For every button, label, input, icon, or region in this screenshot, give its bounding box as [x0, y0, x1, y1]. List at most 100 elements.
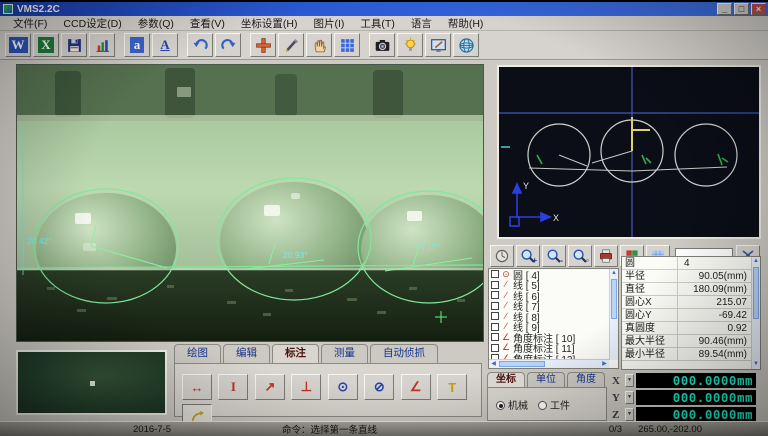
redo-button[interactable]	[215, 33, 241, 57]
checkbox[interactable]	[491, 281, 499, 289]
table-row: 最小半径89.54(mm)	[622, 348, 760, 361]
save-button[interactable]	[61, 33, 87, 57]
checkbox[interactable]	[491, 302, 499, 310]
horizontal-distance-button[interactable]: ↔	[182, 374, 212, 400]
tab-measure[interactable]: 测量	[321, 344, 368, 363]
checkbox[interactable]	[491, 344, 499, 352]
list-item[interactable]: ∕线 [ 8]	[489, 311, 618, 322]
checkbox[interactable]	[491, 323, 499, 331]
video-view[interactable]: 20.42° 20.93° 19.17°	[16, 64, 484, 342]
label-lowercase-button[interactable]: a	[124, 33, 150, 57]
excel-icon: X	[38, 37, 53, 53]
toolbar-separator	[116, 34, 123, 56]
dial-button[interactable]	[490, 245, 514, 267]
scroll-thumb[interactable]	[611, 279, 617, 319]
menu-file[interactable]: 文件(F)	[6, 15, 54, 32]
maximize-button[interactable]: □	[734, 3, 749, 15]
checkbox[interactable]	[491, 333, 499, 341]
status-counter: 0/3	[601, 424, 630, 435]
line-glyph-icon: ∕	[501, 322, 511, 331]
undo-button[interactable]	[187, 33, 213, 57]
tab-edit[interactable]: 编辑	[223, 344, 270, 363]
light-button[interactable]	[397, 33, 423, 57]
circle-glyph-icon: ⊙	[501, 270, 511, 279]
capture-button[interactable]	[369, 33, 395, 57]
list-item[interactable]: ⊙圆 [ 4]	[489, 269, 618, 280]
print-button[interactable]	[594, 245, 618, 267]
bulb-icon	[402, 37, 419, 54]
radio-workpiece[interactable]: 工件	[538, 397, 570, 412]
menu-bar: 文件(F) CCD设定(D) 参数(Q) 查看(V) 坐标设置(H) 图片(I)…	[0, 16, 768, 31]
export-excel-button[interactable]: X	[33, 33, 59, 57]
report-chart-button[interactable]	[89, 33, 115, 57]
machine-mode-group: 机械 工件	[487, 387, 607, 421]
zoom-in-button[interactable]: +	[516, 245, 540, 267]
pan-button[interactable]	[306, 33, 332, 57]
list-vertical-scrollbar[interactable]: ▲	[609, 269, 618, 360]
navigator-thumbnail[interactable]	[16, 350, 167, 415]
list-item[interactable]: ∕线 [ 5]	[489, 280, 618, 291]
axis-x-dropdown[interactable]: ▼	[625, 374, 634, 387]
list-horizontal-scrollbar[interactable]: ◀ ▶	[489, 359, 609, 368]
radio-machine[interactable]: 机械	[496, 397, 528, 412]
menu-ccd-settings[interactable]: CCD设定(D)	[56, 15, 128, 32]
close-button[interactable]: ×	[751, 3, 766, 15]
checkbox[interactable]	[491, 270, 499, 278]
cad-drawing: Y X	[499, 67, 759, 237]
tab-units[interactable]: 单位	[527, 372, 565, 387]
point-distance-button[interactable]: ↗	[255, 374, 285, 400]
draw-pen-button[interactable]	[278, 33, 304, 57]
toolbar-separator	[242, 34, 249, 56]
tab-draw[interactable]: 绘图	[174, 344, 221, 363]
menu-language[interactable]: 语言	[404, 15, 439, 32]
list-item[interactable]: ∕线 [ 6]	[489, 290, 618, 301]
axis-z-label: Z	[612, 409, 625, 421]
menu-coordinate-settings[interactable]: 坐标设置(H)	[234, 15, 305, 32]
list-item[interactable]: ∕线 [ 7]	[489, 301, 618, 312]
menu-image[interactable]: 图片(I)	[307, 15, 352, 32]
scroll-up-icon[interactable]: ▲	[752, 257, 760, 266]
radius-button[interactable]: ⊘	[364, 374, 394, 400]
scroll-thumb[interactable]	[753, 267, 759, 319]
coordinate-panel: 坐标 单位 角度 机械 工件	[487, 372, 607, 422]
display-button[interactable]	[425, 33, 451, 57]
zoom-fit-button[interactable]: ▫	[568, 245, 592, 267]
menu-parameters[interactable]: 参数(Q)	[131, 15, 181, 32]
axis-z-dropdown[interactable]: ▼	[625, 408, 634, 421]
scroll-up-icon[interactable]: ▲	[610, 269, 618, 278]
angle-annotation-button[interactable]: ∠	[401, 374, 431, 400]
zoom-out-button[interactable]: -	[542, 245, 566, 267]
tab-coordinates[interactable]: 坐标	[487, 372, 525, 387]
label-uppercase-button[interactable]: A	[152, 33, 178, 57]
tab-angle[interactable]: 角度	[567, 372, 605, 387]
toolbar-separator	[179, 34, 186, 56]
menu-tools[interactable]: 工具(T)	[353, 15, 401, 32]
diameter-button[interactable]: ⊙	[328, 374, 358, 400]
menu-help[interactable]: 帮助(H)	[441, 15, 491, 32]
scroll-thumb[interactable]	[499, 361, 545, 367]
table-vertical-scrollbar[interactable]: ▲ ▼	[751, 257, 760, 369]
crosshair-button[interactable]	[250, 33, 276, 57]
tab-annotate[interactable]: 标注	[272, 344, 319, 363]
minimize-button[interactable]: _	[717, 3, 732, 15]
menu-view[interactable]: 查看(V)	[183, 15, 232, 32]
axis-y-dropdown[interactable]: ▼	[625, 391, 634, 404]
vertical-distance-button[interactable]: I	[218, 374, 248, 400]
window-title: VMS2.2C	[17, 4, 60, 15]
text-annotation-button[interactable]: T	[437, 374, 467, 400]
word-icon: W	[9, 37, 28, 53]
camera-icon	[374, 37, 391, 54]
vertical-ibeam-icon: I	[231, 379, 236, 395]
tab-autodetect[interactable]: 自动侦抓	[370, 344, 438, 363]
export-word-button[interactable]: W	[5, 33, 31, 57]
checkbox[interactable]	[491, 312, 499, 320]
network-button[interactable]	[453, 33, 479, 57]
scroll-down-icon[interactable]: ▼	[752, 360, 760, 369]
grid-button[interactable]	[334, 33, 360, 57]
object-list: ⊙圆 [ 4] ∕线 [ 5] ∕线 [ 6] ∕线 [ 7] ∕线 [ 8] …	[488, 268, 619, 369]
perpendicular-button[interactable]: ⊥	[291, 374, 321, 400]
checkbox[interactable]	[491, 291, 499, 299]
scroll-left-icon[interactable]: ◀	[489, 360, 498, 368]
cad-preview[interactable]: Y X	[497, 65, 761, 239]
scroll-right-icon[interactable]: ▶	[600, 360, 609, 368]
